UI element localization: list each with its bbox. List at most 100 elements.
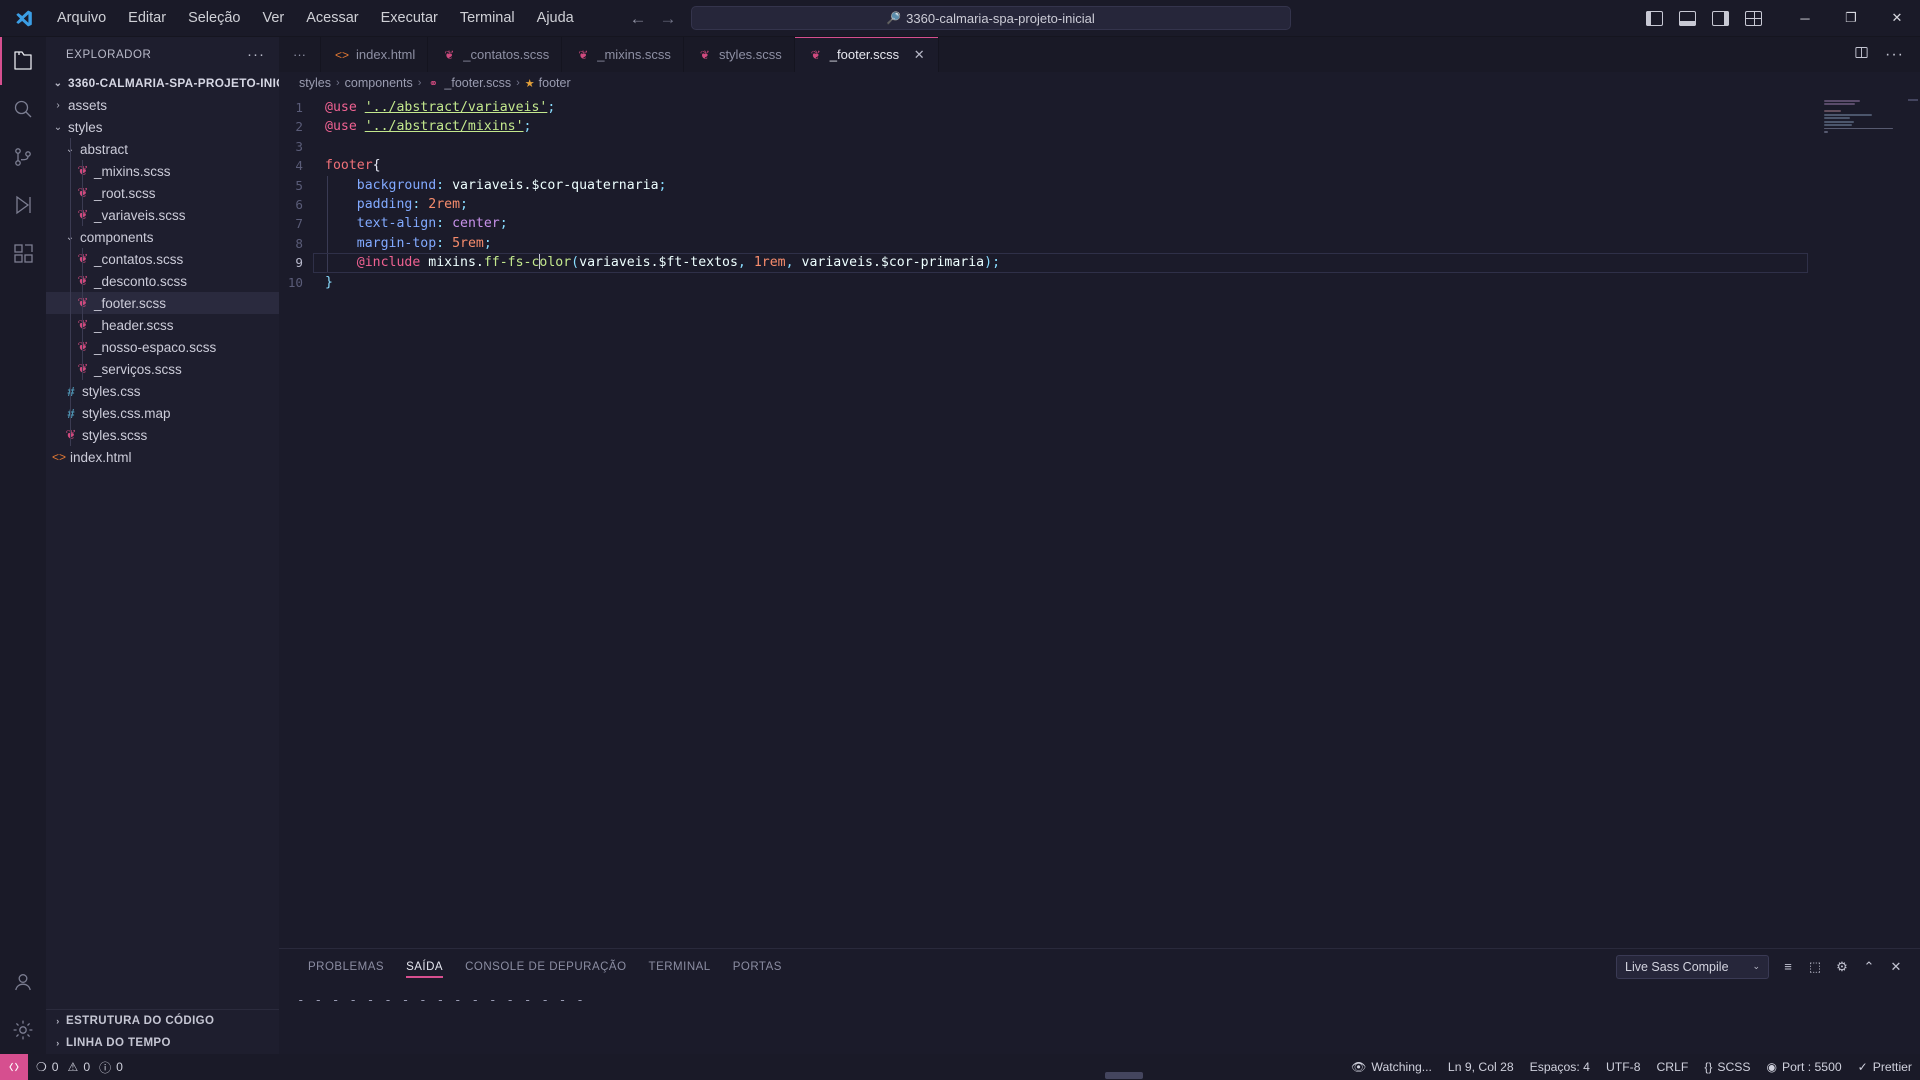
code-text[interactable]: padding: 2rem; — [325, 194, 468, 215]
activity-extensions[interactable] — [0, 229, 46, 277]
panel-tab-saida[interactable]: SAÍDA — [395, 949, 454, 984]
tree-item-mixins-scss[interactable]: ❦ _mixins.scss — [46, 160, 279, 182]
section-estrutura-do-codigo[interactable]: › ESTRUTURA DO CÓDIGO — [46, 1010, 279, 1032]
activity-source-control[interactable] — [0, 133, 46, 181]
editor-more-actions[interactable]: ··· — [1885, 46, 1904, 64]
window-minimize-button[interactable]: ─ — [1782, 0, 1828, 37]
customize-layout-icon[interactable] — [1745, 10, 1762, 26]
activity-accounts[interactable] — [0, 958, 46, 1006]
navigate-back-icon[interactable]: ← — [630, 10, 647, 27]
quick-search-input[interactable]: 🔍 3360-calmaria-spa-projeto-inicial — [690, 6, 1291, 30]
tree-item-contatos-scss[interactable]: ❦ _contatos.scss — [46, 248, 279, 270]
panel-tab-console-depuracao[interactable]: CONSOLE DE DEPURAÇÃO — [454, 949, 637, 984]
code-text[interactable]: text-align: center; — [325, 214, 508, 234]
status-live-server-port[interactable]: ◉ Port : 5500 — [1759, 1054, 1850, 1080]
tree-item-header-scss[interactable]: ❦ _header.scss — [46, 314, 279, 336]
open-settings-icon[interactable]: ⚙ — [1834, 959, 1850, 975]
editor-tab-mixins-scss[interactable]: ❦ _mixins.scss — [562, 37, 684, 72]
tree-item-desconto-scss[interactable]: ❦ _desconto.scss — [46, 270, 279, 292]
tree-item-abstract[interactable]: ⌄abstract — [46, 138, 279, 160]
window-close-button[interactable]: ✕ — [1874, 0, 1920, 37]
menu-selecao[interactable]: Seleção — [177, 6, 251, 31]
remote-window-indicator[interactable] — [0, 1054, 28, 1080]
tree-item-nosso-espaco-scss[interactable]: ❦ _nosso-espaco.scss — [46, 336, 279, 358]
code-editor[interactable]: 1 @use '../abstract/variaveis'; 2 @use '../… — [279, 94, 1920, 948]
tree-item-components[interactable]: ⌄components — [46, 226, 279, 248]
menu-ver[interactable]: Ver — [251, 6, 295, 31]
tree-root-folder[interactable]: ⌄ 3360-CALMARIA-SPA-PROJETO-INICIAL — [46, 72, 279, 94]
menu-terminal[interactable]: Terminal — [449, 6, 526, 31]
lock-scroll-icon[interactable]: ⬚ — [1807, 959, 1823, 975]
editor-vertical-scrollbar[interactable] — [1906, 94, 1920, 948]
editor-tab-styles-scss[interactable]: ❦ styles.scss — [683, 37, 795, 72]
tree-item-root-scss[interactable]: ❦ _root.scss — [46, 182, 279, 204]
code-text[interactable]: margin-top: 5rem; — [325, 233, 492, 254]
split-editor-icon[interactable] — [1854, 45, 1869, 65]
quick-search-value: 3360-calmaria-spa-projeto-inicial — [906, 10, 1095, 26]
activity-search[interactable] — [0, 85, 46, 133]
output-channel-select[interactable]: Live Sass Compile ⌄ — [1616, 954, 1769, 979]
navigate-forward-icon[interactable]: → — [660, 10, 677, 27]
editor-tab-footer-scss[interactable]: ❦ _footer.scss ✕ — [794, 37, 940, 72]
output-content[interactable]: - - - - - - - - - - - - - - - - - — [279, 984, 1920, 1054]
menu-ajuda[interactable]: Ajuda — [526, 6, 585, 31]
close-panel-icon[interactable]: ✕ — [1888, 959, 1904, 975]
menu-executar[interactable]: Executar — [370, 6, 449, 31]
code-text[interactable]: @include mixins.ff-fs-color(variaveis.$f… — [325, 253, 1000, 273]
tabs-overflow-button[interactable]: ··· — [279, 37, 321, 72]
status-encoding[interactable]: UTF-8 — [1598, 1054, 1649, 1080]
tab-close-icon[interactable]: ✕ — [912, 47, 926, 63]
breadcrumb-item-footer-scss[interactable]: ⚭ _footer.scss — [426, 76, 511, 90]
tree-item-styles[interactable]: ⌄ styles — [46, 116, 279, 138]
panel-tab-terminal[interactable]: TERMINAL — [638, 949, 722, 984]
code-text[interactable]: background: variaveis.$cor-quaternaria; — [325, 175, 666, 195]
tree-item-servi-os-scss[interactable]: ❦ _serviços.scss — [46, 358, 279, 380]
tree-item-styles-css-map[interactable]: #styles.css.map — [46, 402, 279, 424]
status-language-mode[interactable]: {} SCSS — [1696, 1054, 1758, 1080]
panel-tab-problemas[interactable]: PROBLEMAS — [297, 949, 395, 984]
status-errors-warnings[interactable]: ❍ 0 ⚠ 0 ⓘ 0 — [28, 1054, 131, 1080]
breadcrumb-label: _footer.scss — [444, 76, 512, 90]
maximize-panel-icon[interactable]: ⌃ — [1861, 959, 1877, 975]
status-indentation[interactable]: Espaços: 4 — [1522, 1054, 1598, 1080]
activity-run-and-debug[interactable] — [0, 181, 46, 229]
code-text[interactable]: @use '../abstract/mixins'; — [325, 117, 531, 136]
status-eol[interactable]: CRLF — [1648, 1054, 1696, 1080]
section-linha-do-tempo[interactable]: › LINHA DO TEMPO — [46, 1032, 279, 1054]
editor-minimap[interactable] — [1824, 100, 1902, 144]
code-content[interactable]: 1 @use '../abstract/variaveis'; 2 @use '../… — [279, 94, 1920, 948]
toggle-primary-sidebar-icon[interactable] — [1646, 10, 1663, 26]
code-text[interactable]: } — [325, 273, 333, 292]
toggle-secondary-sidebar-icon[interactable] — [1712, 10, 1729, 26]
activity-explorer[interactable] — [0, 37, 46, 85]
watching-label: Watching... — [1371, 1060, 1432, 1074]
tree-item-assets[interactable]: › assets — [46, 94, 279, 116]
menu-acessar[interactable]: Acessar — [295, 6, 369, 31]
css-file-icon: # — [62, 384, 80, 399]
tree-item-footer-scss[interactable]: ❦ _footer.scss — [46, 292, 279, 314]
toggle-panel-icon[interactable] — [1679, 10, 1696, 26]
breadcrumb-label: styles — [299, 76, 331, 90]
tree-item-index-html[interactable]: <> index.html — [46, 446, 279, 468]
clear-output-icon[interactable]: ≡ — [1780, 959, 1796, 974]
tree-item-styles-css[interactable]: #styles.css — [46, 380, 279, 402]
breadcrumb-item-footer-symbol[interactable]: ★ footer — [525, 76, 571, 90]
window-maximize-button[interactable]: ❐ — [1828, 0, 1874, 37]
status-live-sass-watching[interactable]: 👁 Watching... — [1343, 1054, 1440, 1080]
tree-item-variaveis-scss[interactable]: ❦ _variaveis.scss — [46, 204, 279, 226]
status-cursor-position[interactable]: Ln 9, Col 28 — [1440, 1054, 1522, 1080]
explorer-more-actions[interactable]: ··· — [247, 46, 271, 63]
title-bar: Arquivo Editar Seleção Ver Acessar Execu… — [0, 0, 1920, 37]
activity-settings[interactable] — [0, 1006, 46, 1054]
tree-item-styles-scss[interactable]: ❦ styles.scss — [46, 424, 279, 446]
editor-tab-contatos-scss[interactable]: ❦ _contatos.scss — [428, 37, 563, 72]
breadcrumb-item-styles[interactable]: styles — [299, 76, 331, 90]
panel-tab-portas[interactable]: PORTAS — [722, 949, 793, 984]
status-prettier[interactable]: ✓ Prettier — [1850, 1054, 1920, 1080]
menu-editar[interactable]: Editar — [117, 6, 177, 31]
menu-arquivo[interactable]: Arquivo — [46, 6, 117, 31]
editor-tab-index-html[interactable]: <> index.html — [321, 37, 429, 72]
code-text[interactable]: footer{ — [325, 156, 381, 175]
code-text[interactable]: @use '../abstract/variaveis'; — [325, 98, 555, 117]
breadcrumb-item-components[interactable]: components — [345, 76, 413, 90]
